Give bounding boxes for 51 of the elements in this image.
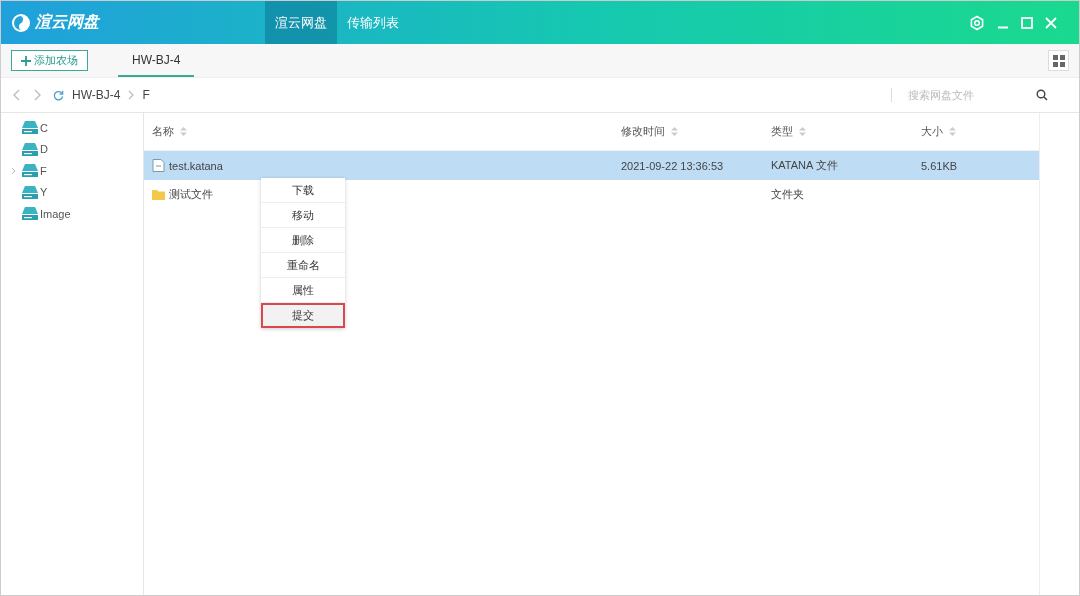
app-logo-text: 渲云网盘 <box>35 12 99 32</box>
drive-icon <box>22 185 38 199</box>
file-name: test.katana <box>169 159 223 172</box>
breadcrumb-link[interactable]: F <box>142 88 150 102</box>
drive-item[interactable]: C <box>40 121 48 134</box>
table-cell: 文件夹 <box>771 187 804 202</box>
drive-icon <box>22 164 38 178</box>
refresh-icon[interactable] <box>53 89 64 101</box>
grid-view-button[interactable] <box>1048 50 1069 71</box>
menu-item[interactable]: 提交 <box>261 303 345 328</box>
search-icon[interactable] <box>1036 89 1048 101</box>
swirl-logo-icon <box>11 12 31 33</box>
table-cell: 2021-09-22 13:36:53 <box>621 159 724 172</box>
column-header[interactable]: 大小 <box>913 113 1039 150</box>
drive-item[interactable]: Y <box>40 186 48 199</box>
farm-tab[interactable]: HW-BJ-4 <box>118 44 195 77</box>
sort-icon[interactable] <box>671 127 678 136</box>
close-icon[interactable] <box>1045 16 1057 29</box>
maximize-icon[interactable] <box>1021 16 1033 29</box>
table-cell: 5.61KB <box>921 159 958 172</box>
forward-icon[interactable] <box>33 89 41 101</box>
chevron-icon <box>128 90 135 100</box>
sort-icon[interactable] <box>949 127 956 136</box>
folder-icon <box>152 188 165 201</box>
drive-icon <box>22 142 38 156</box>
plus-icon <box>21 55 31 66</box>
column-header[interactable]: 类型 <box>763 113 913 150</box>
add-farm-button[interactable]: 添加农场 <box>11 50 88 71</box>
drive-item[interactable]: D <box>40 143 48 156</box>
table-cell: KATANA 文件 <box>771 158 838 173</box>
menu-item[interactable]: 删除 <box>261 228 345 253</box>
nav-tab[interactable]: 渲云网盘 <box>265 1 337 44</box>
settings-icon[interactable] <box>969 14 985 31</box>
drive-icon <box>22 121 38 135</box>
column-header[interactable]: 名称 <box>144 113 613 150</box>
file-row[interactable]: test.katana 2021-09-22 13:36:53 KATANA 文件 5.61KB <box>144 151 1039 180</box>
menu-item[interactable]: 移动 <box>261 203 345 228</box>
sort-icon[interactable] <box>799 127 806 136</box>
search-field[interactable]: 搜索网盘文件 <box>891 88 1061 102</box>
back-icon[interactable] <box>13 89 21 101</box>
menu-item[interactable]: 下载 <box>261 178 345 203</box>
sort-icon[interactable] <box>180 127 187 136</box>
drive-icon <box>22 207 38 221</box>
menu-item[interactable]: 重命名 <box>261 253 345 278</box>
grid-icon <box>1052 54 1065 67</box>
file-name: 测试文件 <box>169 187 213 202</box>
drive-item[interactable]: Image <box>40 207 71 220</box>
file-icon <box>152 159 165 172</box>
breadcrumb-link[interactable]: HW-BJ-4 <box>72 88 121 102</box>
column-header[interactable]: 修改时间 <box>613 113 763 150</box>
drive-item[interactable]: F <box>40 164 47 177</box>
